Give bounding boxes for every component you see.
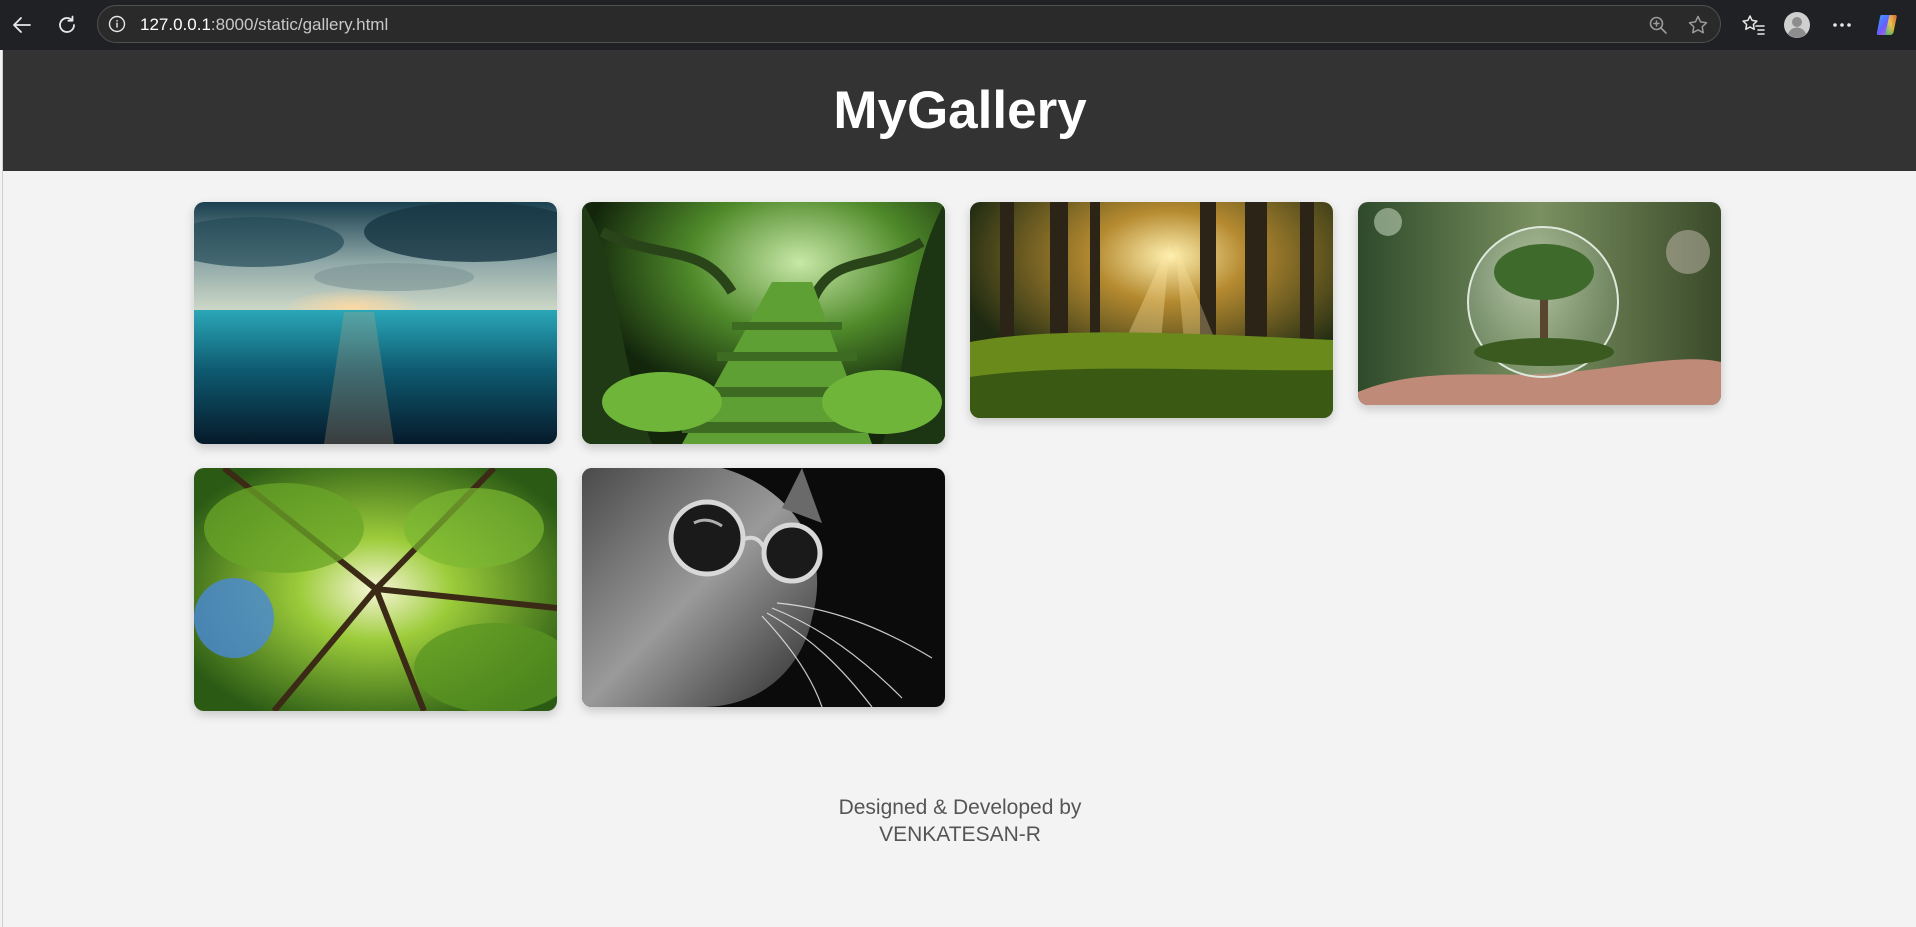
copilot-icon[interactable] <box>1874 11 1902 39</box>
cat-sunglasses-image <box>582 468 945 707</box>
zoom-icon[interactable] <box>1646 13 1670 37</box>
ocean-image <box>194 202 557 444</box>
back-icon <box>13 17 31 33</box>
back-button[interactable] <box>6 9 38 41</box>
favorites-list-icon[interactable] <box>1739 11 1767 39</box>
url-text[interactable]: 127.0.0.1:8000/static/gallery.html <box>140 15 388 35</box>
address-bar[interactable]: 127.0.0.1:8000/static/gallery.html <box>97 5 1721 43</box>
url-path: :8000/static/gallery.html <box>210 15 389 34</box>
browser-toolbar: 127.0.0.1:8000/static/gallery.html <box>0 0 1916 50</box>
site-info-icon[interactable] <box>108 15 126 33</box>
url-host: 127.0.0.1 <box>140 15 211 34</box>
footer-author: VENKATESAN-R <box>879 823 1041 846</box>
sunbeam-forest-image <box>970 202 1333 418</box>
gallery-image-glass-sphere-tree[interactable] <box>1358 202 1721 405</box>
page-title: MyGallery <box>833 81 1087 140</box>
reload-button[interactable] <box>51 9 83 41</box>
tree-canopy-image <box>194 468 557 711</box>
gallery-image-tree-canopy[interactable] <box>194 468 557 711</box>
gallery-image-mossy-stairs[interactable] <box>582 202 945 444</box>
gallery-image-sunbeam-forest[interactable] <box>970 202 1333 418</box>
site-footer: Designed & Developed by VENKATESAN-R <box>3 794 1916 848</box>
gallery-image-ocean[interactable] <box>194 202 557 444</box>
glass-sphere-tree-image <box>1358 202 1721 405</box>
more-options-icon[interactable] <box>1828 11 1856 39</box>
page-viewport: MyGallery Designed & Developed by VENKAT… <box>2 50 1916 927</box>
site-header: MyGallery <box>3 50 1916 171</box>
profile-avatar-icon[interactable] <box>1783 11 1811 39</box>
favorite-star-icon[interactable] <box>1686 13 1710 37</box>
reload-icon <box>59 15 75 33</box>
gallery-image-cat-sunglasses[interactable] <box>582 468 945 707</box>
footer-credit-line: Designed & Developed by <box>838 796 1082 819</box>
mossy-stairs-image <box>582 202 945 444</box>
